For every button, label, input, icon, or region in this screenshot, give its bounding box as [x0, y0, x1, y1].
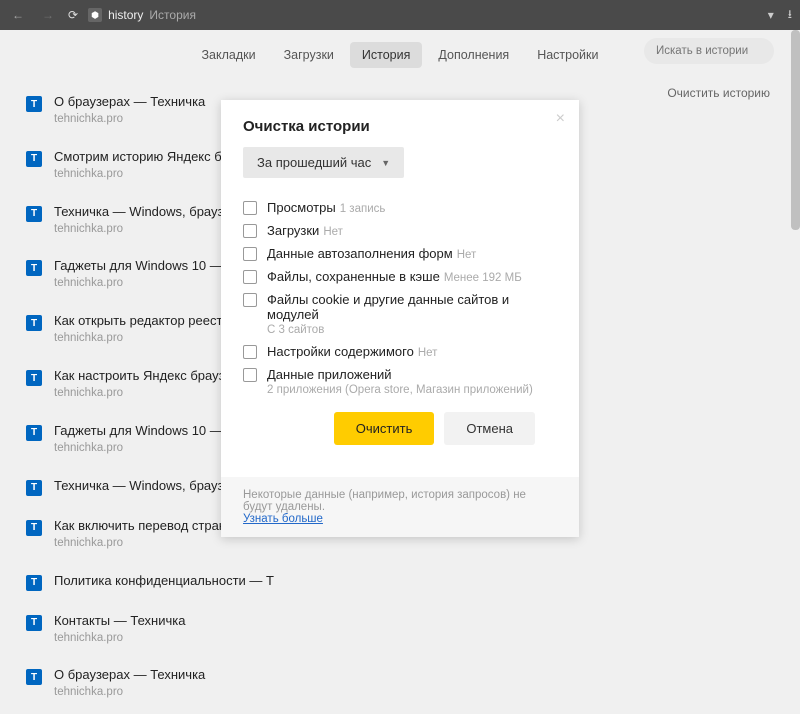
favicon: T [26, 520, 42, 536]
tab-addons[interactable]: Дополнения [426, 42, 521, 68]
history-item[interactable]: T Политика конфиденциальности — Т [26, 565, 774, 605]
time-range-select[interactable]: За прошедший час ▼ [243, 147, 404, 178]
clear-history-link[interactable]: Очистить историю [667, 86, 770, 100]
check-autofill[interactable]: Данные автозаполнения формНет [243, 242, 557, 265]
history-title: Политика конфиденциальности — Т [54, 573, 274, 590]
favicon: T [26, 206, 42, 222]
dialog-footer: Некоторые данные (например, история запр… [221, 477, 579, 537]
history-domain: tehnichka.pro [54, 112, 205, 127]
history-title: О браузерах — Техничка [54, 94, 205, 111]
cancel-button[interactable]: Отмена [444, 412, 535, 445]
check-downloads[interactable]: ЗагрузкиНет [243, 219, 557, 242]
favicon: T [26, 480, 42, 496]
chevron-down-icon: ▼ [381, 158, 390, 168]
search-input[interactable] [644, 38, 774, 64]
favicon: T [26, 425, 42, 441]
history-domain: tehnichka.pro [54, 631, 185, 646]
check-views[interactable]: Просмотры1 запись [243, 196, 557, 219]
url-label: history [108, 8, 143, 22]
check-content[interactable]: Настройки содержимогоНет [243, 340, 557, 363]
tab-downloads[interactable]: Загрузки [272, 42, 346, 68]
favicon: T [26, 96, 42, 112]
history-item[interactable]: T Контакты — Техничкаtehnichka.pro [26, 605, 774, 660]
download-icon[interactable]: ⭳ [788, 5, 792, 26]
browser-toolbar: ← → ⟳ ⬢ history История ▾ ⭳ [0, 0, 800, 30]
favicon: T [26, 315, 42, 331]
scrollbar[interactable] [791, 30, 800, 230]
history-title: О браузерах — Техничка [54, 667, 205, 684]
favicon: T [26, 575, 42, 591]
close-icon[interactable]: × [556, 110, 565, 128]
check-apps[interactable]: Данные приложений2 приложения (Opera sto… [243, 363, 557, 400]
tab-history[interactable]: История [350, 42, 422, 68]
url-title: История [149, 8, 196, 22]
tabs-row: Закладки Загрузки История Дополнения Нас… [0, 30, 800, 76]
checkbox[interactable] [243, 224, 257, 238]
favicon: T [26, 615, 42, 631]
check-cache[interactable]: Файлы, сохраненные в кэшеМенее 192 МБ [243, 265, 557, 288]
clear-history-dialog: × Очистка истории За прошедший час ▼ Про… [221, 100, 579, 537]
history-title: Контакты — Техничка [54, 613, 185, 630]
history-domain: tehnichka.pro [54, 685, 205, 700]
checkbox[interactable] [243, 270, 257, 284]
checkbox[interactable] [243, 201, 257, 215]
favicon: T [26, 260, 42, 276]
history-domain: tehnichka.pro [54, 536, 274, 551]
reload-button[interactable]: ⟳ [68, 8, 78, 22]
learn-more-link[interactable]: Узнать больше [243, 513, 323, 525]
shield-icon: ⬢ [88, 8, 102, 22]
checkbox[interactable] [243, 293, 257, 307]
favicon: T [26, 370, 42, 386]
clear-button[interactable]: Очистить [334, 412, 435, 445]
dialog-title: Очистка истории [221, 100, 579, 147]
tab-settings[interactable]: Настройки [525, 42, 610, 68]
bookmark-icon[interactable]: ▾ [768, 8, 774, 22]
time-range-label: За прошедший час [257, 155, 371, 170]
check-cookies[interactable]: Файлы cookie и другие данные сайтов и мо… [243, 288, 557, 340]
tab-bookmarks[interactable]: Закладки [189, 42, 267, 68]
favicon: T [26, 151, 42, 167]
footer-note: Некоторые данные (например, история запр… [243, 489, 526, 513]
checkbox[interactable] [243, 247, 257, 261]
history-item[interactable]: T О браузерах — Техничкаtehnichka.pro [26, 659, 774, 714]
address-bar[interactable]: ⬢ history История [88, 8, 758, 22]
forward-button[interactable]: → [38, 8, 58, 22]
checkbox[interactable] [243, 345, 257, 359]
back-button[interactable]: ← [8, 8, 28, 22]
checkbox[interactable] [243, 368, 257, 382]
favicon: T [26, 669, 42, 685]
